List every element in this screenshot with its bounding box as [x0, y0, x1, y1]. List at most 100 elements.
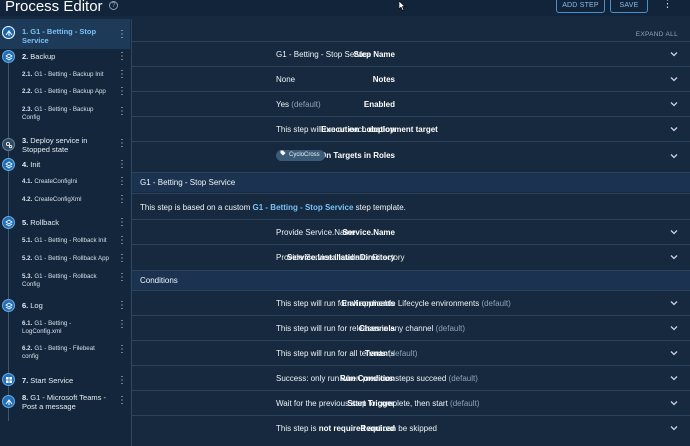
gears-icon [2, 138, 15, 151]
sidebar-step-label: 6.2. G1 - Betting - Filebeat config [22, 345, 95, 360]
chevron-down-icon[interactable] [669, 99, 679, 109]
run-condition-row[interactable]: Run Condition Success: only run when pre… [132, 365, 690, 390]
sidebar-step-5[interactable]: 5. Rollback ⋮ [0, 216, 130, 232]
step-menu-icon[interactable]: ⋮ [117, 160, 127, 170]
help-icon[interactable]: ? [109, 1, 118, 10]
execution-location-row[interactable]: Execution Location This step will run on… [132, 116, 690, 141]
sidebar-step-4[interactable]: 4. Init ⋮ [0, 158, 130, 175]
field-label: Notes [372, 75, 395, 84]
chevron-down-icon[interactable] [669, 124, 679, 134]
tenants-row[interactable]: Tenants This step will run for all tenan… [132, 340, 690, 365]
sidebar-step-label: 5. Rollback [22, 218, 60, 227]
mouse-cursor-icon [399, 1, 406, 11]
chevron-down-icon[interactable] [669, 298, 679, 308]
environments-row[interactable]: Environments This step will run for all … [132, 290, 690, 315]
step-menu-icon[interactable]: ⋮ [117, 345, 127, 355]
conditions-section-header: Conditions [132, 270, 690, 290]
chevron-down-icon[interactable] [669, 373, 679, 383]
add-step-button[interactable]: ADD STEP [556, 0, 605, 13]
step-menu-icon[interactable]: ⋮ [117, 87, 127, 97]
sidebar-step-label: 5.3. G1 - Betting - Rollback Config [22, 273, 97, 288]
step-menu-icon[interactable]: ⋮ [117, 301, 127, 311]
notes-row[interactable]: Notes None [132, 66, 690, 91]
more-options-icon[interactable]: ⋮ [662, 0, 673, 10]
sidebar-step-label: 4. Init [22, 160, 41, 169]
sidebar-step-4-2[interactable]: 4.2. CreateConfigXml ⋮ [0, 195, 130, 209]
sidebar-step-7[interactable]: 7. Start Service ⋮ [0, 373, 130, 389]
step-menu-icon[interactable]: ⋮ [117, 195, 127, 205]
sidebar-step-4-1[interactable]: 4.1. CreateConfigIni ⋮ [0, 177, 130, 191]
sidebar-step-label: 2.2. G1 - Betting - Backup App [22, 88, 106, 95]
step-menu-icon[interactable]: ⋮ [117, 254, 127, 264]
sidebar-step-label: 1. G1 - Betting - Stop Service [22, 27, 97, 45]
deploy-icon [2, 26, 15, 39]
chevron-down-icon[interactable] [669, 49, 679, 59]
sidebar-step-2[interactable]: 2. Backup ⋮ [0, 50, 130, 68]
page-title: Process Editor [5, 0, 103, 15]
sidebar-step-label: 4.1. CreateConfigIni [22, 178, 78, 185]
section-title: G1 - Betting - Stop Service [140, 178, 236, 187]
layers-icon [2, 50, 15, 63]
sidebar-step-2-2[interactable]: 2.2. G1 - Betting - Backup App ⋮ [0, 86, 130, 100]
service-name-row[interactable]: Service.Name Provide Service.Name [132, 219, 690, 244]
step-name-row[interactable]: Step Name G1 - Betting - Stop Service [132, 41, 690, 66]
chevron-down-icon[interactable] [669, 398, 679, 408]
sidebar-step-label: 5.1. G1 - Betting - Rollback Init [22, 237, 107, 244]
chevron-down-icon[interactable] [669, 348, 679, 358]
deploy-icon [2, 395, 15, 408]
enabled-row[interactable]: Enabled Yes (default) [132, 91, 690, 116]
step-menu-icon[interactable]: ⋮ [117, 139, 127, 149]
sidebar-step-label: 8. G1 - Microsoft Teams - Post a message [22, 393, 106, 411]
step-menu-icon[interactable]: ⋮ [117, 396, 127, 406]
sidebar-step-6[interactable]: 6. Log ⋮ [0, 299, 130, 315]
step-menu-icon[interactable]: ⋮ [117, 236, 127, 246]
sidebar-step-8[interactable]: 8. G1 - Microsoft Teams - Post a message … [0, 392, 130, 414]
field-value: This step will run for all tenants (defa… [276, 349, 418, 358]
sidebar-step-2-1[interactable]: 2.1. G1 - Betting - Backup Init ⋮ [0, 69, 130, 83]
chevron-down-icon[interactable] [669, 74, 679, 84]
section-title: Conditions [140, 276, 178, 285]
chevron-down-icon[interactable] [669, 323, 679, 333]
sidebar-step-5-1[interactable]: 5.1. G1 - Betting - Rollback Init ⋮ [0, 236, 130, 250]
step-menu-icon[interactable]: ⋮ [117, 30, 127, 40]
service-installdir-row[interactable]: Service.InstallationDirectory Provide Se… [132, 244, 690, 269]
step-menu-icon[interactable]: ⋮ [117, 107, 127, 117]
step-menu-icon[interactable]: ⋮ [117, 320, 127, 330]
role-tag[interactable]: CycloCross [276, 150, 325, 161]
chevron-down-icon[interactable] [669, 151, 679, 161]
target-roles-row[interactable]: On Targets in Roles CycloCross [132, 141, 690, 169]
sidebar-step-2-3[interactable]: 2.3. G1 - Betting - Backup Config ⋮ [0, 104, 130, 124]
channels-row[interactable]: Channels This step will run for releases… [132, 315, 690, 340]
start-trigger-row[interactable]: Start Trigger Wait for the previous step… [132, 390, 690, 415]
step-menu-icon[interactable]: ⋮ [117, 218, 127, 228]
step-menu-icon[interactable]: ⋮ [117, 52, 127, 62]
step-sidebar: 1. G1 - Betting - Stop Service ⋮ 2. Backup… [0, 19, 130, 446]
step-menu-icon[interactable]: ⋮ [117, 177, 127, 187]
field-value: This step will run on each deployment ta… [276, 125, 438, 134]
field-value: This step will run for releases in any c… [276, 324, 466, 333]
header-bar: Process Editor ? ADD STEP SAVE ⋮ [0, 0, 690, 16]
field-value: This step will run for all applicable Li… [276, 299, 511, 308]
field-label: Enabled [363, 100, 395, 109]
step-menu-icon[interactable]: ⋮ [117, 376, 127, 386]
required-row[interactable]: Required This step is not required and c… [132, 415, 690, 440]
sidebar-step-label: 3. Deploy service in Stopped state [22, 136, 88, 154]
step-menu-icon[interactable]: ⋮ [117, 70, 127, 80]
save-button[interactable]: SAVE [610, 0, 648, 13]
field-value: Wait for the previous step to complete, … [276, 399, 480, 408]
expand-all-link[interactable]: EXPAND ALL [636, 31, 678, 38]
field-value: Yes (default) [276, 100, 321, 109]
sidebar-step-3[interactable]: 3. Deploy service in Stopped state ⋮ [0, 135, 130, 157]
template-link[interactable]: G1 - Betting - Stop Service [253, 203, 354, 212]
chevron-down-icon[interactable] [669, 227, 679, 237]
chevron-down-icon[interactable] [669, 252, 679, 262]
sidebar-step-1[interactable]: 1. G1 - Betting - Stop Service ⋮ [0, 19, 130, 49]
template-section-header: G1 - Betting - Stop Service [132, 172, 690, 192]
step-menu-icon[interactable]: ⋮ [117, 273, 127, 283]
sidebar-step-label: 6.1. G1 - Betting - LogConfig.xml [22, 320, 72, 335]
sidebar-step-6-2[interactable]: 6.2. G1 - Betting - Filebeat config ⋮ [0, 344, 130, 364]
sidebar-step-6-1[interactable]: 6.1. G1 - Betting - LogConfig.xml ⋮ [0, 319, 130, 339]
chevron-down-icon[interactable] [669, 423, 679, 433]
sidebar-step-5-2[interactable]: 5.2. G1 - Betting - Rollback App ⋮ [0, 254, 130, 268]
sidebar-step-5-3[interactable]: 5.3. G1 - Betting - Rollback Config ⋮ [0, 272, 130, 292]
